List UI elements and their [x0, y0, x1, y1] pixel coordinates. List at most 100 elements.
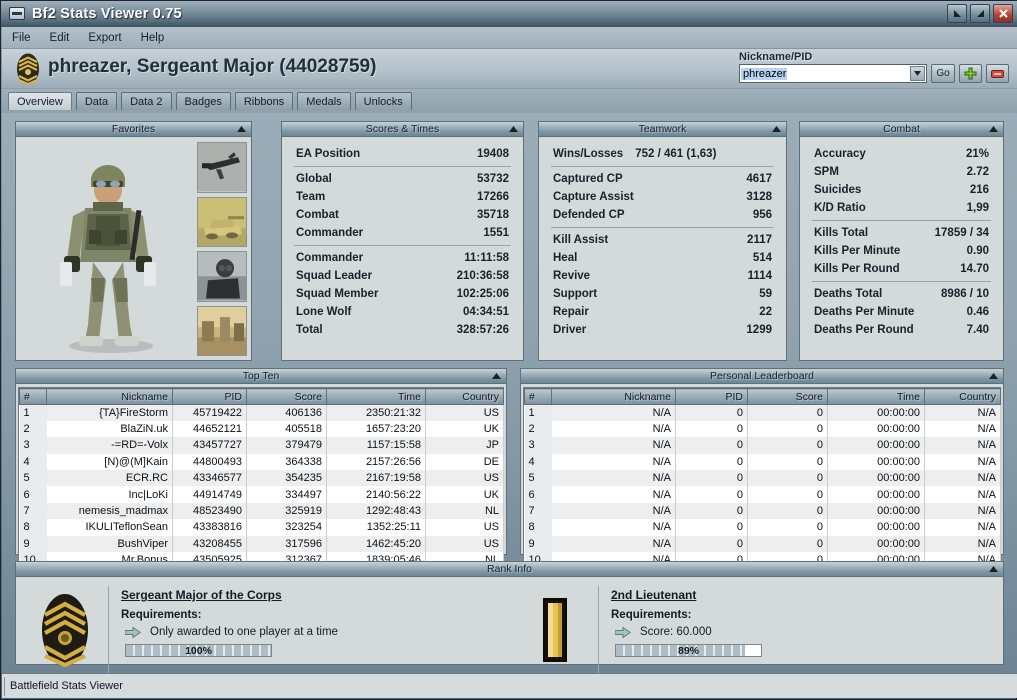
col-time[interactable]: Time: [326, 388, 426, 405]
favorites-panel-header[interactable]: Favorites: [16, 122, 251, 137]
col-pid[interactable]: PID: [172, 388, 247, 405]
favorite-weapon-thumb[interactable]: [197, 142, 247, 193]
collapse-arrow-icon[interactable]: [989, 126, 998, 132]
table-row[interactable]: 7 nemesis_madmax 48523490 325919 1292:48:43 N…: [19, 502, 504, 520]
col-pid[interactable]: PID: [675, 388, 748, 405]
collapse-arrow-icon[interactable]: [237, 126, 246, 132]
tab-unlocks[interactable]: Unlocks: [354, 92, 412, 110]
table-cell: 0: [747, 535, 828, 553]
favorite-kit-thumb[interactable]: [197, 251, 247, 302]
table-row[interactable]: 4 N/A 0 0 00:00:00 N/A: [524, 453, 1001, 471]
favorite-map-thumb[interactable]: [197, 305, 247, 356]
table-row[interactable]: 5 ECR.RC 43346577 354235 2167:19:58 US: [19, 470, 504, 487]
table-row[interactable]: 6 N/A 0 0 00:00:00 N/A: [524, 486, 1001, 503]
menu-file[interactable]: File: [12, 32, 31, 44]
current-rank-block: Sergeant Major of the Corps Requirements…: [22, 584, 502, 676]
table-row[interactable]: 8 N/A 0 0 00:00:00 N/A: [524, 519, 1001, 536]
table-cell: nemesis_madmax: [46, 502, 173, 520]
teamwork-group-1: Kill Assist 2117 Heal 514 Revive 1114 Su…: [543, 231, 782, 339]
table-cell: 6: [19, 486, 47, 503]
collapse-arrow-icon[interactable]: [492, 373, 501, 379]
top-ten-panel-header[interactable]: Top Ten: [16, 369, 506, 384]
tab-data[interactable]: Data: [75, 92, 118, 110]
table-cell: 00:00:00: [827, 502, 925, 520]
divider: [812, 220, 991, 221]
go-button[interactable]: Go: [931, 64, 955, 83]
favorite-vehicle-thumb[interactable]: [197, 196, 247, 247]
table-row[interactable]: 6 Inc|LoKi 44914749 334497 2140:56:22 UK: [19, 486, 504, 503]
table-row[interactable]: 9 N/A 0 0 00:00:00 N/A: [524, 535, 1001, 553]
stat-row: Repair 22: [553, 306, 772, 318]
stat-row: Commander 1551: [296, 227, 509, 239]
col-nickname[interactable]: Nickname: [46, 388, 173, 405]
scores-panel-header[interactable]: Scores & Times: [282, 122, 523, 137]
player-header: phreazer, Sergeant Major (44028759) Nick…: [2, 49, 1017, 89]
tab-data-2[interactable]: Data 2: [121, 92, 172, 110]
col-score[interactable]: Score: [246, 388, 327, 405]
menu-edit[interactable]: Edit: [50, 32, 70, 44]
teamwork-panel-header[interactable]: Teamwork: [539, 122, 786, 137]
table-row[interactable]: 5 N/A 0 0 00:00:00 N/A: [524, 470, 1001, 487]
col-nickname[interactable]: Nickname: [551, 388, 676, 405]
add-player-button[interactable]: [959, 64, 982, 83]
rank-info-panel-title: Rank Info: [487, 563, 532, 575]
table-cell: 0: [747, 437, 828, 454]
col-rank[interactable]: #: [524, 388, 552, 405]
table-cell: 0: [747, 470, 828, 487]
minimize-button[interactable]: [947, 4, 967, 23]
table-cell: 317596: [246, 535, 327, 553]
teamwork-body: Wins/Losses 752 / 461 (1,63) Captured CP…: [539, 138, 786, 360]
rank-info-panel: Rank Info Sergeant Major of the Corps Re…: [15, 561, 1004, 674]
table-cell: N/A: [551, 404, 676, 421]
stat-row: K/D Ratio 1,99: [814, 202, 989, 214]
col-score[interactable]: Score: [747, 388, 828, 405]
table-cell: 0: [747, 486, 828, 503]
table-cell: 0: [747, 502, 828, 520]
table-cell: N/A: [551, 437, 676, 454]
nickname-input[interactable]: phreazer: [739, 64, 927, 83]
table-row[interactable]: 1 N/A 0 0 00:00:00 N/A: [524, 404, 1001, 421]
tab-medals[interactable]: Medals: [297, 92, 351, 110]
table-row[interactable]: 3 N/A 0 0 00:00:00 N/A: [524, 437, 1001, 454]
combat-panel-title: Combat: [883, 123, 920, 135]
table-row[interactable]: 7 N/A 0 0 00:00:00 N/A: [524, 502, 1001, 520]
collapse-arrow-icon[interactable]: [989, 566, 998, 572]
table-row[interactable]: 3 -=RD=-Volx 43457727 379479 1157:15:58 JP: [19, 437, 504, 454]
table-cell: 48523490: [172, 502, 247, 520]
leaderboard-panel-header[interactable]: Personal Leaderboard: [521, 369, 1003, 384]
table-cell: [N)@(M]Kain: [46, 453, 173, 471]
table-row[interactable]: 8 IKULITeflonSean 43383816 323254 1352:25:11…: [19, 519, 504, 536]
table-cell: 2140:56:22: [326, 486, 426, 503]
tab-overview[interactable]: Overview: [8, 92, 72, 110]
col-country[interactable]: Country: [924, 388, 1001, 405]
stat-row: Deaths Per Round 7.40: [814, 324, 989, 336]
col-time[interactable]: Time: [827, 388, 925, 405]
favorite-kit-image: [18, 140, 197, 358]
maximize-button[interactable]: [970, 4, 990, 23]
menu-help[interactable]: Help: [141, 32, 165, 44]
table-row[interactable]: 4 [N)@(M]Kain 44800493 364338 2157:26:56 DE: [19, 453, 504, 471]
next-rank-insignia-icon: [512, 584, 598, 676]
menu-export[interactable]: Export: [88, 32, 121, 44]
chevron-down-icon[interactable]: [910, 66, 925, 81]
table-cell: 323254: [246, 519, 327, 536]
table-cell: 44914749: [172, 486, 247, 503]
combat-panel-header[interactable]: Combat: [800, 122, 1003, 137]
col-country[interactable]: Country: [425, 388, 504, 405]
tab-ribbons[interactable]: Ribbons: [234, 92, 294, 110]
remove-player-button[interactable]: [986, 64, 1009, 83]
collapse-arrow-icon[interactable]: [509, 126, 518, 132]
rank-info-panel-header[interactable]: Rank Info: [16, 562, 1003, 577]
table-row[interactable]: 2 BlaZiN.uk 44652121 405518 1657:23:20 UK: [19, 420, 504, 438]
close-icon[interactable]: [993, 4, 1013, 23]
table-cell: N/A: [551, 519, 676, 536]
table-row[interactable]: 1 {TA}FireStorm 45719422 406136 2350:21:32 US: [19, 404, 504, 421]
tab-badges[interactable]: Badges: [175, 92, 231, 110]
table-row[interactable]: 2 N/A 0 0 00:00:00 N/A: [524, 420, 1001, 438]
collapse-arrow-icon[interactable]: [989, 373, 998, 379]
table-row[interactable]: 9 BushViper 43208455 317596 1462:45:20 US: [19, 535, 504, 553]
divider: [108, 586, 109, 674]
col-rank[interactable]: #: [19, 388, 47, 405]
table-cell: N/A: [551, 486, 676, 503]
collapse-arrow-icon[interactable]: [772, 126, 781, 132]
